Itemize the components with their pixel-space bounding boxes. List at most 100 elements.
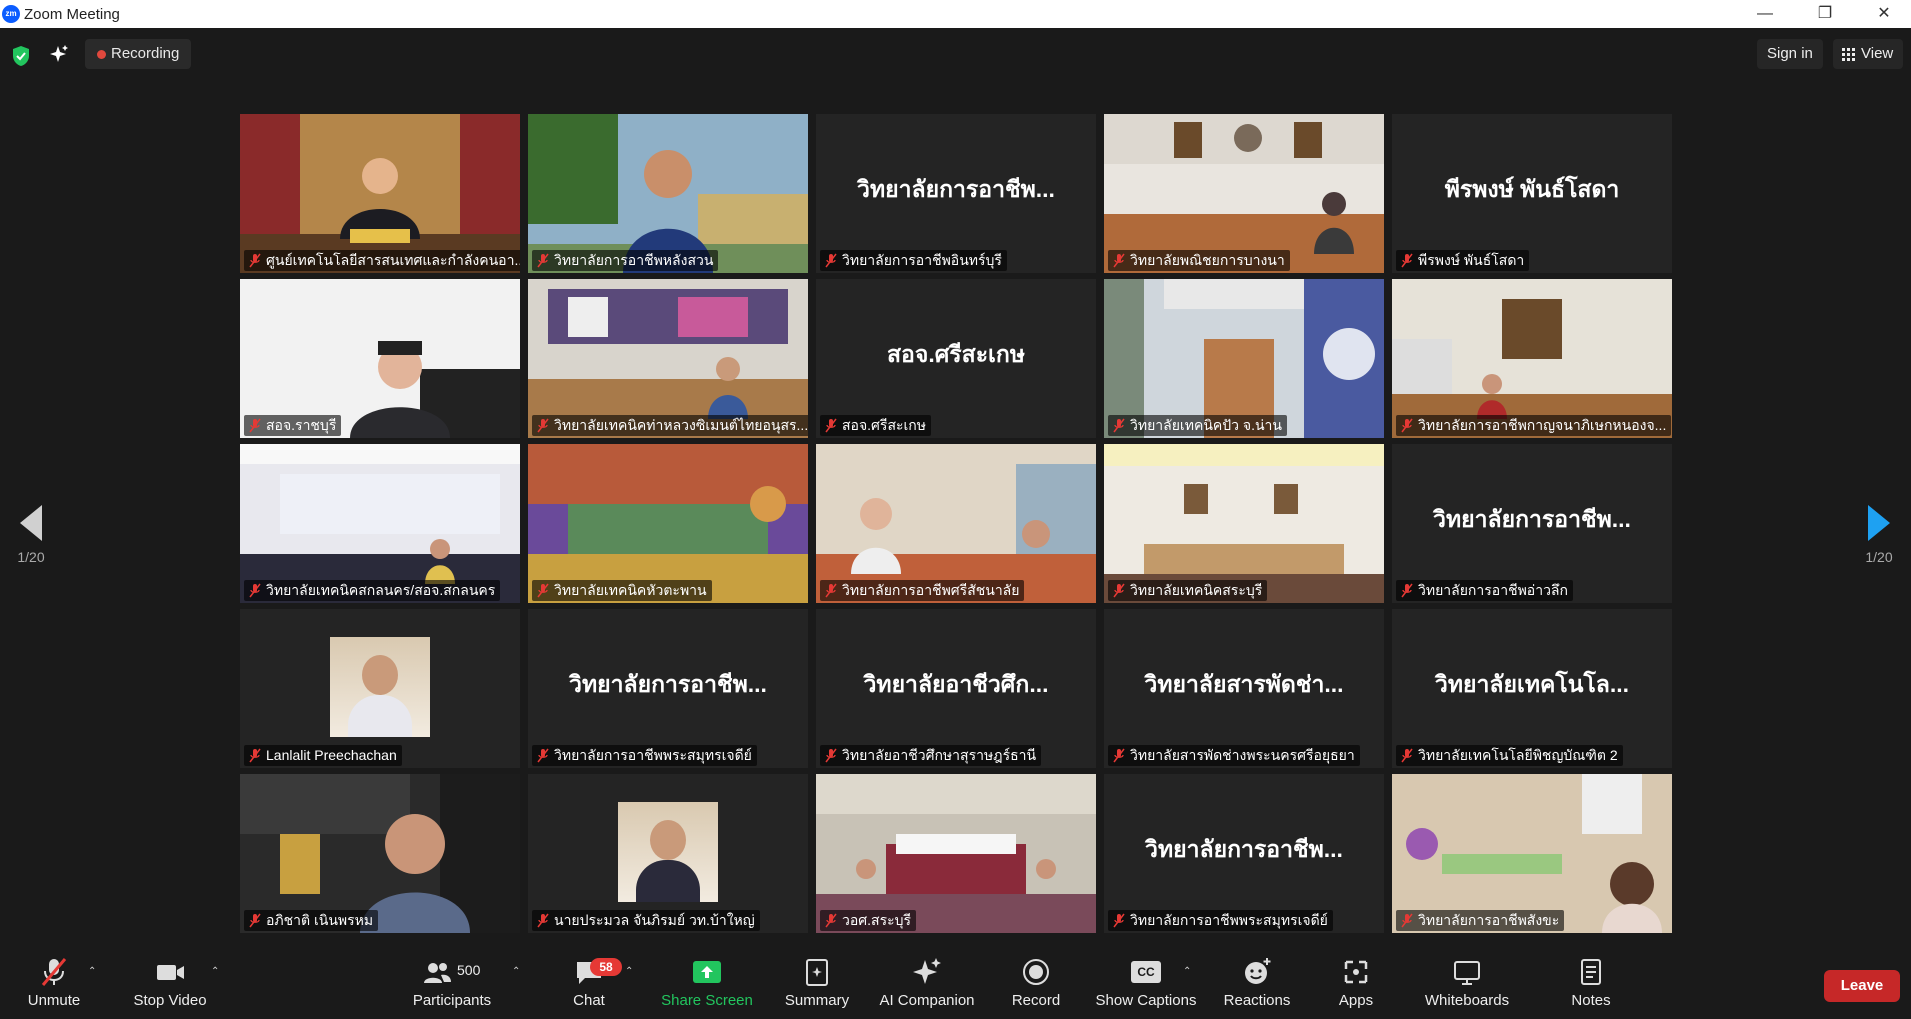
record-label: Record [1011,992,1061,1009]
participant-display-name: สอจ.ศรีสะเกษ [886,341,1025,367]
participant-tile[interactable]: อภิชาติ เนินพรหม [240,774,520,933]
participant-tile[interactable]: วิทยาลัยการอาชีพ... วิทยาลัยการอาชีพพระสม… [528,609,808,768]
arrow-right-icon [1868,505,1890,541]
muted-mic-icon [249,913,261,928]
participant-name-text: วิทยาลัยอาชีวศึกษาสุราษฎร์ธานี [842,747,1037,763]
ai-sparkle-icon[interactable] [49,44,69,64]
participant-name-text: วิทยาลัยการอาชีพอินทร์บุรี [842,252,1002,268]
participant-tile[interactable]: พีรพงษ์ พันธ์โสดา พีรพงษ์ พันธ์โสดา [1392,114,1672,273]
stop-video-label: Stop Video [133,992,207,1009]
reactions-button[interactable]: Reactions [1219,956,1295,1009]
participant-name-text: วิทยาลัยการอาชีพศรีสัชนาลัย [842,582,1020,598]
captions-caret-icon[interactable]: ⌃ [1183,966,1193,977]
participant-name-label: วิทยาลัยการอาชีพสังขะ [1396,910,1565,931]
participant-name-text: พีรพงษ์ พันธ์โสดา [1418,252,1525,268]
participant-name-label: วิทยาลัยเทคโนโลยีพิชญบัณฑิต 2 [1396,745,1623,766]
previous-page-button[interactable]: 1/20 [8,505,54,565]
participant-tile[interactable]: วิทยาลัยการอาชีพหลังสวน [528,114,808,273]
participant-tile[interactable]: สอจ.ศรีสะเกษ สอจ.ศรีสะเกษ [816,279,1096,438]
participant-tile[interactable]: วิทยาลัยเทคนิคสกลนคร/สอจ.สกลนคร [240,444,520,603]
leave-button[interactable]: Leave [1824,970,1900,1002]
participant-name-text: วิทยาลัยเทคนิคปัว จ.น่าน [1130,417,1282,433]
sign-in-button[interactable]: Sign in [1757,39,1823,69]
participants-caret-icon[interactable]: ⌃ [512,966,522,977]
muted-mic-icon [1401,913,1413,928]
ai-companion-button[interactable]: AI Companion [876,956,978,1009]
muted-mic-icon [1113,253,1125,268]
participant-tile[interactable]: วิทยาลัยการอาชีพศรีสัชนาลัย [816,444,1096,603]
muted-mic-icon [825,253,837,268]
record-icon [1023,959,1049,985]
participant-tile[interactable]: วิทยาลัยการอาชีพ... วิทยาลัยการอาชีพอินทร… [816,114,1096,273]
muted-mic-icon [537,253,549,268]
restore-icon[interactable]: ❐ [1805,2,1845,26]
muted-mic-icon [825,418,837,433]
participant-tile[interactable]: วิทยาลัยการอาชีพ... วิทยาลัยการอาชีพพระสม… [1104,774,1384,933]
participant-display-name: วิทยาลัยการอาชีพ... [1145,836,1343,862]
participant-tile[interactable]: วิทยาลัยการอาชีพ... วิทยาลัยการอาชีพอ่าวล… [1392,444,1672,603]
participant-name-label: วิทยาลัยเทคนิคสกลนคร/สอจ.สกลนคร [244,580,501,601]
view-button[interactable]: View [1833,39,1904,69]
participant-tile[interactable]: วิทยาลัยเทคนิคสระบุรี [1104,444,1384,603]
chat-unread-badge: 58 [590,958,622,976]
notes-button[interactable]: Notes [1566,956,1616,1009]
participant-name-label: สอจ.ราชบุรี [244,415,342,436]
participant-name-label: สอจ.ศรีสะเกษ [820,415,932,436]
participant-tile[interactable]: วิทยาลัยเทคนิคหัวตะพาน [528,444,808,603]
participant-name-label: วิทยาลัยการอาชีพพระสมุทรเจดีย์ [1108,910,1333,931]
participant-tile[interactable]: Lanlalit Preechachan [240,609,520,768]
muted-mic-icon [1401,253,1413,268]
participant-tile[interactable]: วิทยาลัยการอาชีพกาญจนาภิเษกหนองจ... [1392,279,1672,438]
participant-name-label: วิทยาลัยการอาชีพอินทร์บุรี [820,250,1007,271]
participant-tile[interactable]: สอจ.ราชบุรี [240,279,520,438]
video-gallery: ศูนย์เทคโนโลยีสารสนเทศและกำลังคนอา... วิท… [240,114,1672,934]
view-label: View [1861,45,1894,62]
next-page-button[interactable]: 1/20 [1856,505,1902,565]
participant-name-label: พีรพงษ์ พันธ์โสดา [1396,250,1530,271]
show-captions-button[interactable]: CC Show Captions [1092,956,1200,1009]
share-screen-button[interactable]: Share Screen [660,956,754,1009]
audio-options-caret-icon[interactable]: ⌃ [88,966,98,977]
muted-mic-icon [537,418,549,433]
participant-tile[interactable]: วิทยาลัยเทคโนโล... วิทยาลัยเทคโนโลยีพิชญบ… [1392,609,1672,768]
profile-photo [330,637,430,737]
security-shield-icon[interactable] [11,45,31,67]
minimize-icon[interactable]: — [1745,2,1785,26]
summary-button[interactable]: Summary [780,956,854,1009]
participant-display-name: วิทยาลัยการอาชีพ... [857,176,1055,202]
muted-mic-icon [249,253,261,268]
muted-mic-icon [1113,418,1125,433]
participant-tile[interactable]: วิทยาลัยเทคนิคท่าหลวงซิเมนต์ไทยอนุสร... [528,279,808,438]
participants-button[interactable]: 500 Participants [410,956,494,1009]
zoom-logo-icon: zm [2,5,20,23]
participant-name-text: วิทยาลัยการอาชีพสังขะ [1418,912,1560,928]
participant-tile[interactable]: วิทยาลัยอาชีวศึก... วิทยาลัยอาชีวศึกษาสุร… [816,609,1096,768]
video-options-caret-icon[interactable]: ⌃ [211,966,221,977]
recording-indicator[interactable]: Recording [85,39,192,69]
apps-button[interactable]: Apps [1336,956,1376,1009]
participant-name-text: วอศ.สระบุรี [842,912,912,928]
chat-caret-icon[interactable]: ⌃ [625,966,635,977]
chat-label: Chat [573,992,605,1009]
stop-video-button[interactable]: Stop Video [130,956,210,1009]
participant-tile[interactable]: วิทยาลัยพณิชยการบางนา [1104,114,1384,273]
participant-name-text: นายประมวล จันภิรมย์ วท.บ้าใหญ่ [554,912,755,928]
participant-tile[interactable]: นายประมวล จันภิรมย์ วท.บ้าใหญ่ [528,774,808,933]
participant-name-text: วิทยาลัยสารพัดช่างพระนครศรีอยุธยา [1130,747,1355,763]
participant-name-label: วอศ.สระบุรี [820,910,917,931]
whiteboards-button[interactable]: Whiteboards [1422,956,1512,1009]
participant-tile[interactable]: วิทยาลัยเทคนิคปัว จ.น่าน [1104,279,1384,438]
meeting-topbar: Recording Sign in View [0,28,1911,80]
recording-label: Recording [111,45,180,62]
participant-tile[interactable]: วิทยาลัยสารพัดช่า... วิทยาลัยสารพัดช่างพร… [1104,609,1384,768]
profile-photo [618,802,718,902]
muted-mic-icon [1113,583,1125,598]
unmute-button[interactable]: Unmute [22,956,86,1009]
participant-name-label: วิทยาลัยการอาชีพหลังสวน [532,250,719,271]
participant-tile[interactable]: วิทยาลัยการอาชีพสังขะ [1392,774,1672,933]
close-icon[interactable]: ✕ [1864,2,1904,26]
participant-name-label: วิทยาลัยเทคนิคท่าหลวงซิเมนต์ไทยอนุสร... [532,415,808,436]
participant-tile[interactable]: วอศ.สระบุรี [816,774,1096,933]
record-button[interactable]: Record [1004,956,1068,1009]
active-speaker-tile[interactable]: ศูนย์เทคโนโลยีสารสนเทศและกำลังคนอา... [240,114,520,273]
